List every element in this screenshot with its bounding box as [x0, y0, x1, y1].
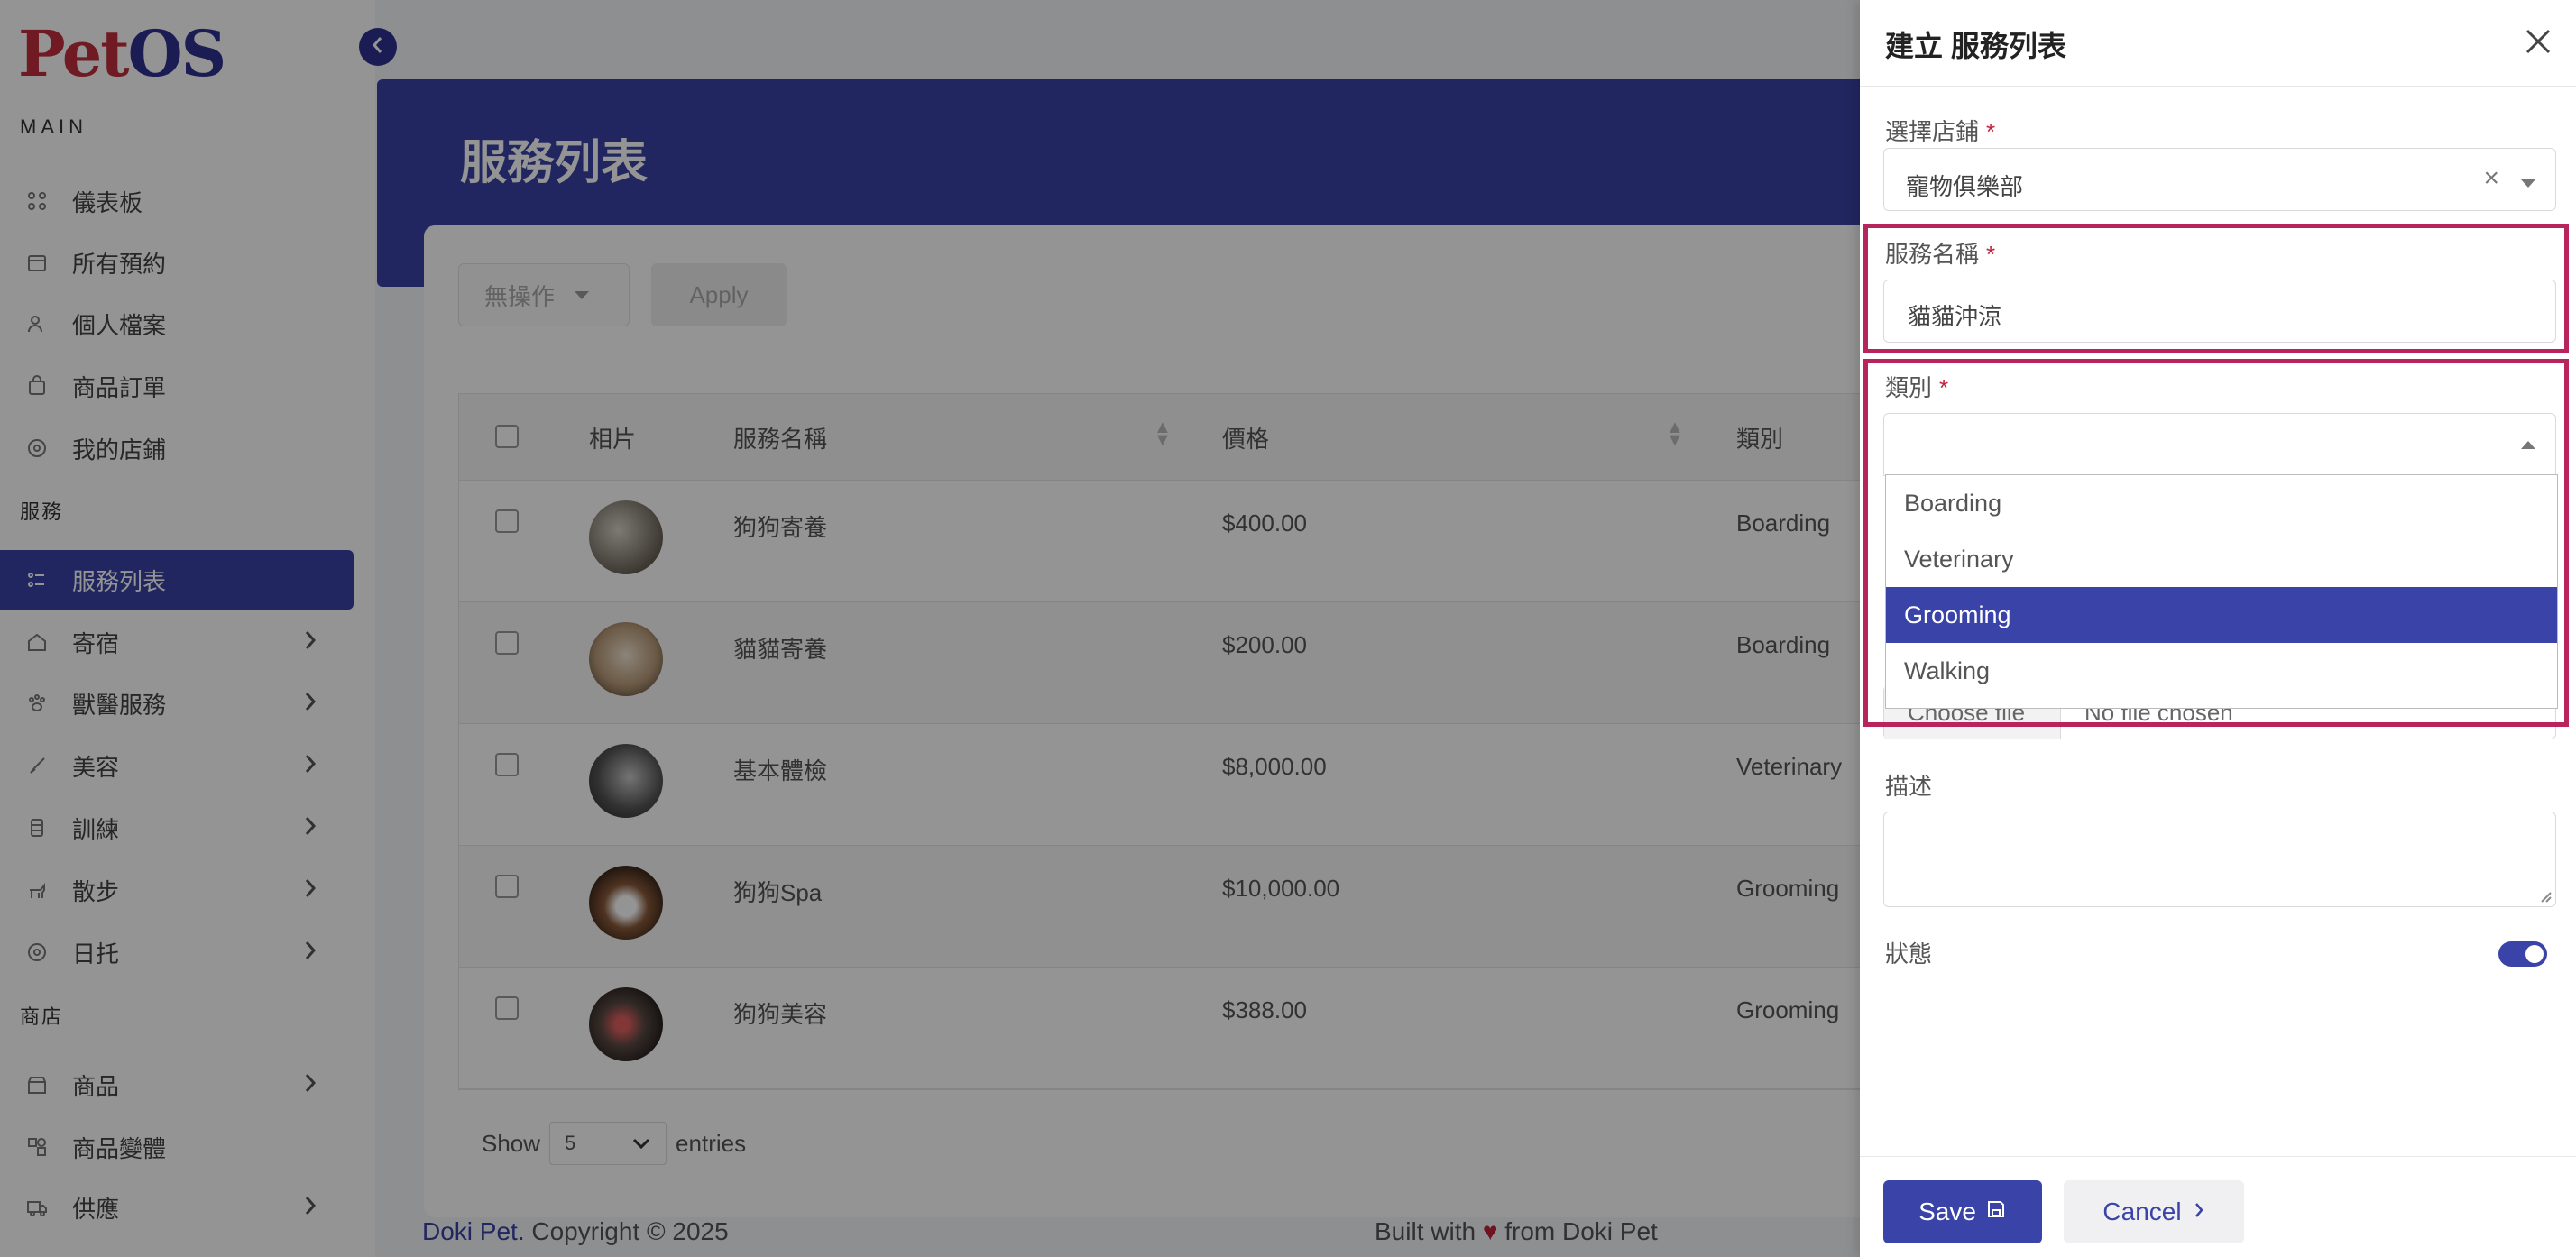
drawer-title: 建立 服務列表 — [1885, 30, 2066, 62]
description-textarea[interactable] — [1883, 812, 2556, 907]
close-icon — [2520, 29, 2556, 65]
save-button[interactable]: Save — [1883, 1180, 2042, 1243]
modal-backdrop[interactable] — [0, 0, 1860, 1257]
cancel-button[interactable]: Cancel — [2064, 1180, 2244, 1243]
toggle-knob — [2525, 945, 2544, 963]
status-toggle[interactable] — [2498, 941, 2547, 967]
resize-handle-icon[interactable] — [2537, 888, 2552, 903]
save-icon — [1985, 1197, 2007, 1226]
store-label: 選擇店鋪 * — [1885, 118, 1996, 145]
drawer-header: 建立 服務列表 — [1860, 0, 2576, 87]
description-label: 描述 — [1885, 773, 1933, 800]
chevron-right-icon — [2193, 1197, 2205, 1226]
highlight-box-service-name — [1863, 224, 2569, 353]
drawer-footer: Save Cancel — [1860, 1156, 2576, 1257]
close-button[interactable] — [2520, 23, 2556, 60]
highlight-box-category — [1863, 359, 2569, 727]
caret-down-icon — [2521, 179, 2535, 188]
status-label: 狀態 — [1885, 940, 1933, 968]
clear-icon[interactable]: × — [2483, 163, 2499, 194]
store-select[interactable]: 寵物俱樂部 × — [1883, 148, 2556, 211]
